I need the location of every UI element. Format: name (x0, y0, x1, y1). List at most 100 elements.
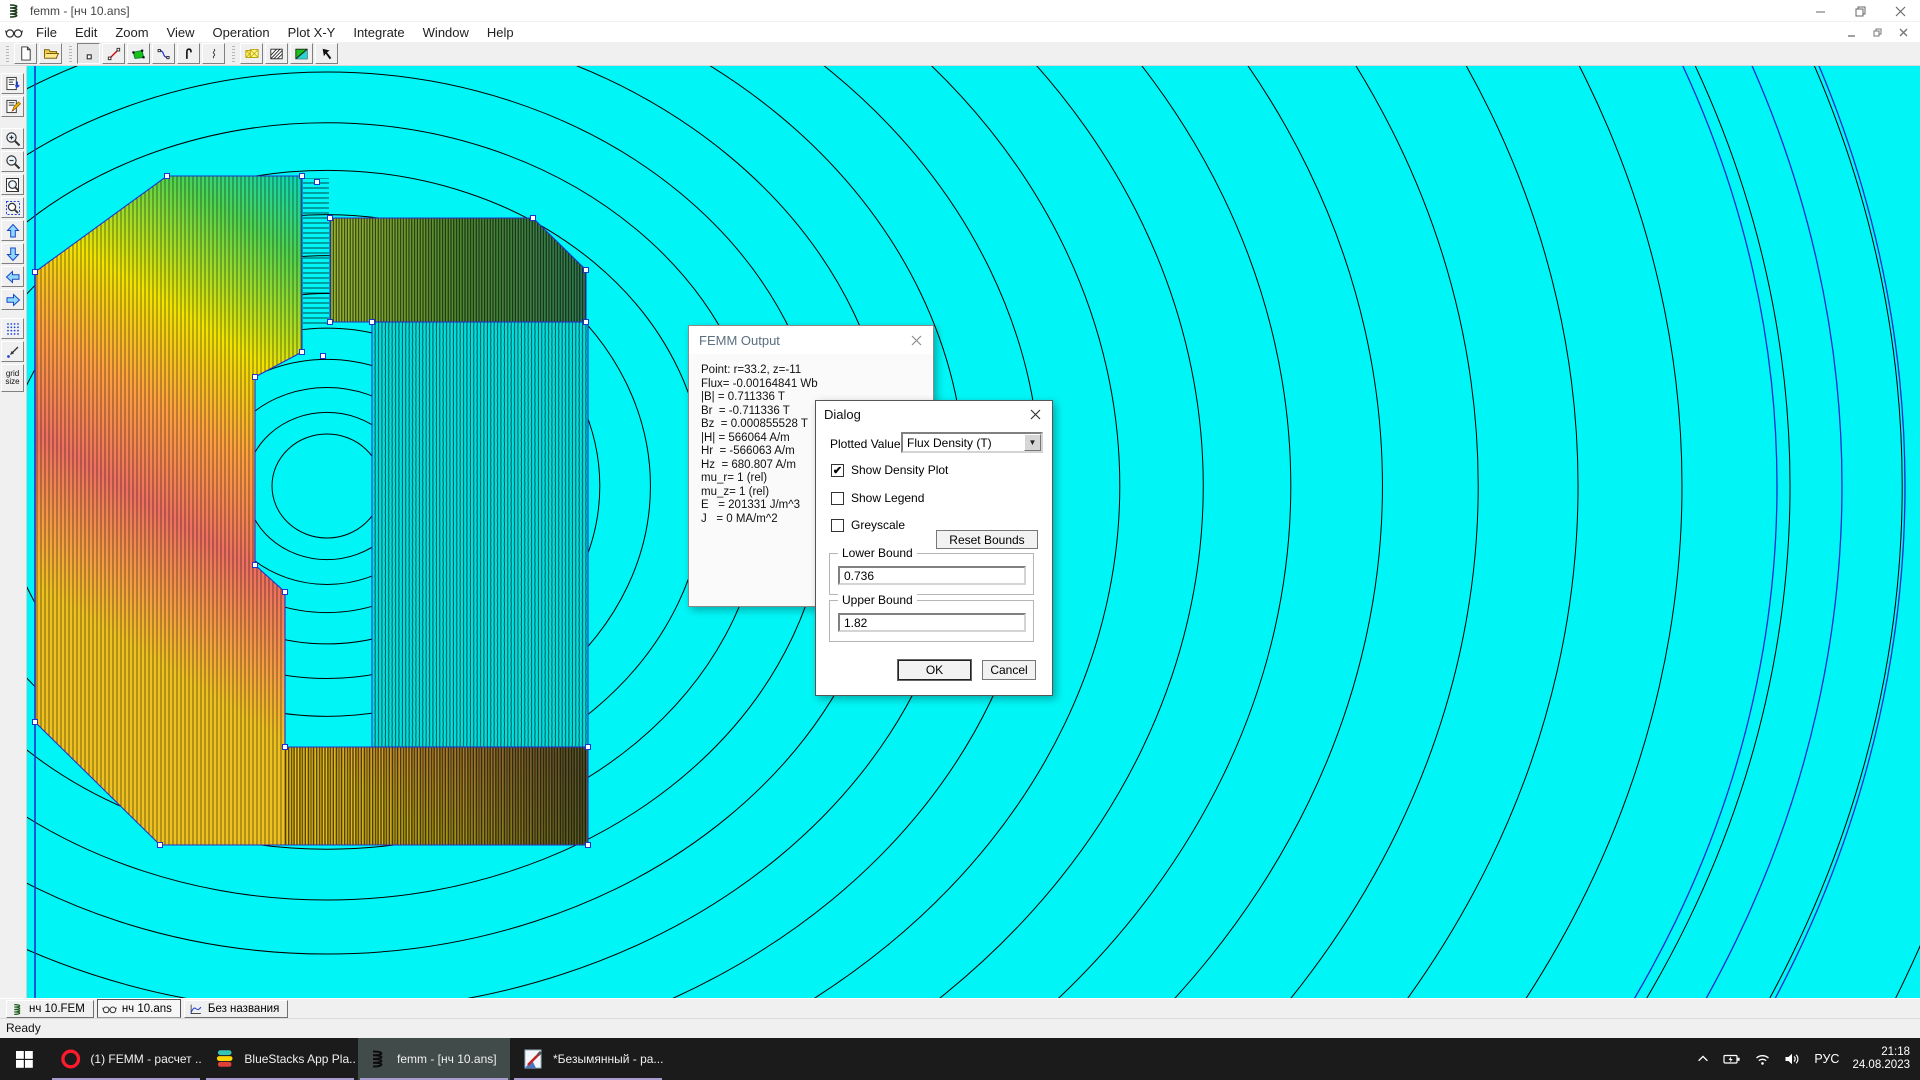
windows-logo-icon (16, 1051, 33, 1068)
speaker-icon[interactable] (1784, 1052, 1801, 1066)
menu-integrate[interactable]: Integrate (344, 23, 413, 42)
taskbar-item-paint[interactable]: *Безымянный - ра... (512, 1038, 664, 1080)
wifi-icon[interactable] (1754, 1052, 1771, 1066)
tab-label: нч 10.FEM (29, 1003, 85, 1015)
pan-up-button[interactable] (1, 220, 24, 241)
new-document-button[interactable] (14, 43, 37, 64)
pan-right-button[interactable] (1, 289, 24, 310)
menu-window[interactable]: Window (414, 23, 478, 42)
menu-view[interactable]: View (158, 23, 204, 42)
show-density-plot-checkbox[interactable]: ✔ (831, 464, 844, 477)
close-icon[interactable] (1880, 0, 1920, 22)
flux-lines-tool-button[interactable] (202, 43, 225, 64)
plot-settings-dialog: Dialog Plotted Value Flux Density (T) ▼ … (815, 400, 1053, 696)
show-grid-button[interactable] (1, 318, 24, 339)
minimize-icon[interactable] (1800, 0, 1840, 22)
mdi-restore-icon[interactable] (1864, 22, 1890, 42)
line-contour-tool-button[interactable] (102, 43, 125, 64)
menu-zoom[interactable]: Zoom (106, 23, 157, 42)
clock[interactable]: 21:18 24.08.2023 (1852, 1046, 1910, 1072)
femm-output-titlebar[interactable]: FEMM Output (689, 326, 933, 354)
arc-segment-tool-button[interactable] (152, 43, 175, 64)
cancel-button[interactable]: Cancel (982, 660, 1036, 680)
zoom-extents-button[interactable] (1, 174, 24, 195)
path-integral-icon (182, 47, 195, 61)
windows-taskbar: (1) FEMM - расчет ... BlueStacks App Pla… (0, 1038, 1920, 1080)
show-legend-checkbox[interactable] (831, 492, 844, 505)
zoom-out-icon (5, 154, 21, 170)
point-values-tool-button[interactable] (77, 43, 100, 64)
zoom-in-button[interactable] (1, 128, 24, 149)
lower-bound-label: Lower Bound (838, 546, 917, 560)
pan-left-button[interactable] (1, 266, 24, 287)
chevron-down-icon[interactable]: ▼ (1024, 434, 1041, 451)
lower-bound-input[interactable] (838, 566, 1026, 585)
output-list-button[interactable] (1, 73, 24, 94)
output-line: Flux= -0.00164841 Wb (701, 378, 933, 392)
battery-icon[interactable] (1723, 1052, 1741, 1066)
menu-operation[interactable]: Operation (204, 23, 279, 42)
density-window-button[interactable] (240, 43, 263, 64)
tab-untitled-plot[interactable]: Без названия (184, 1000, 288, 1018)
edit-document-icon (5, 99, 21, 114)
top-yoke-hatch (330, 218, 586, 322)
menu-plot-xy[interactable]: Plot X-Y (279, 23, 345, 42)
output-line: Point: r=33.2, z=-11 (701, 364, 933, 378)
snap-to-grid-button[interactable] (1, 341, 24, 362)
restore-icon[interactable] (1840, 0, 1880, 22)
start-button[interactable] (0, 1038, 48, 1080)
pan-up-icon (5, 223, 21, 239)
plotted-value-label: Plotted Value (830, 437, 901, 451)
gap-field-lines (303, 178, 329, 324)
taskbar-item-opera[interactable]: (1) FEMM - расчет ... (50, 1038, 202, 1080)
title-bar[interactable]: femm - [нч 10.ans] (0, 0, 1920, 22)
vector-arrow-button[interactable] (315, 43, 338, 64)
ok-button[interactable]: OK (898, 660, 971, 680)
menu-help[interactable]: Help (478, 23, 523, 42)
femm-output-close-icon[interactable] (899, 326, 933, 354)
tab-fem-file[interactable]: нч 10.FEM (6, 1000, 94, 1018)
paint-icon (522, 1048, 544, 1070)
snap-to-grid-icon (5, 344, 21, 360)
tray-expand-chevron-icon[interactable] (1696, 1052, 1710, 1066)
glasses-icon (102, 1003, 117, 1015)
dialog-close-icon[interactable] (1018, 401, 1052, 427)
edit-document-button[interactable] (1, 96, 24, 117)
grid-size-button[interactable]: grid size (1, 364, 24, 392)
grid-size-label: grid size (3, 370, 23, 386)
taskbar-item-femm[interactable]: femm - [нч 10.ans] (358, 1038, 510, 1080)
taskbar-item-label: (1) FEMM - расчет ... (90, 1052, 202, 1066)
plotted-value-combobox[interactable]: Flux Density (T) ▼ (901, 432, 1043, 453)
contour-plot-button[interactable] (265, 43, 288, 64)
tab-ans-file[interactable]: нч 10.ans (97, 999, 181, 1018)
bluestacks-icon (214, 1048, 235, 1070)
reset-bounds-button[interactable]: Reset Bounds (936, 530, 1038, 549)
zoom-out-button[interactable] (1, 151, 24, 172)
density-plot-button[interactable] (290, 43, 313, 64)
mdi-minimize-icon[interactable] (1838, 22, 1864, 42)
area-block-tool-button[interactable] (127, 43, 150, 64)
flux-lines-icon (208, 47, 220, 61)
upper-bound-input[interactable] (838, 613, 1026, 632)
path-integral-tool-button[interactable] (177, 43, 200, 64)
open-file-button[interactable] (39, 43, 62, 64)
taskbar-item-bluestacks[interactable]: BlueStacks App Pla... (204, 1038, 356, 1080)
window-title: femm - [нч 10.ans] (30, 4, 130, 18)
density-window-icon (244, 47, 260, 61)
dialog-titlebar[interactable]: Dialog (816, 401, 1052, 427)
show-density-plot-label: Show Density Plot (851, 463, 948, 477)
point-values-icon (82, 47, 96, 61)
menu-edit[interactable]: Edit (66, 23, 106, 42)
status-bar: Ready (0, 1018, 1920, 1038)
pan-down-button[interactable] (1, 243, 24, 264)
menu-file[interactable]: File (27, 23, 66, 42)
show-density-plot-row: ✔ Show Density Plot (831, 463, 948, 477)
mdi-close-icon[interactable] (1890, 22, 1916, 42)
taskbar-item-label: femm - [нч 10.ans] (397, 1052, 497, 1066)
greyscale-checkbox[interactable] (831, 519, 844, 532)
toolbar-grip (232, 46, 235, 62)
zoom-window-button[interactable] (1, 197, 24, 218)
menu-bar: File Edit Zoom View Operation Plot X-Y I… (0, 22, 1920, 42)
taskbar-item-label: BlueStacks App Pla... (244, 1052, 356, 1066)
language-indicator[interactable]: РУС (1814, 1052, 1839, 1066)
